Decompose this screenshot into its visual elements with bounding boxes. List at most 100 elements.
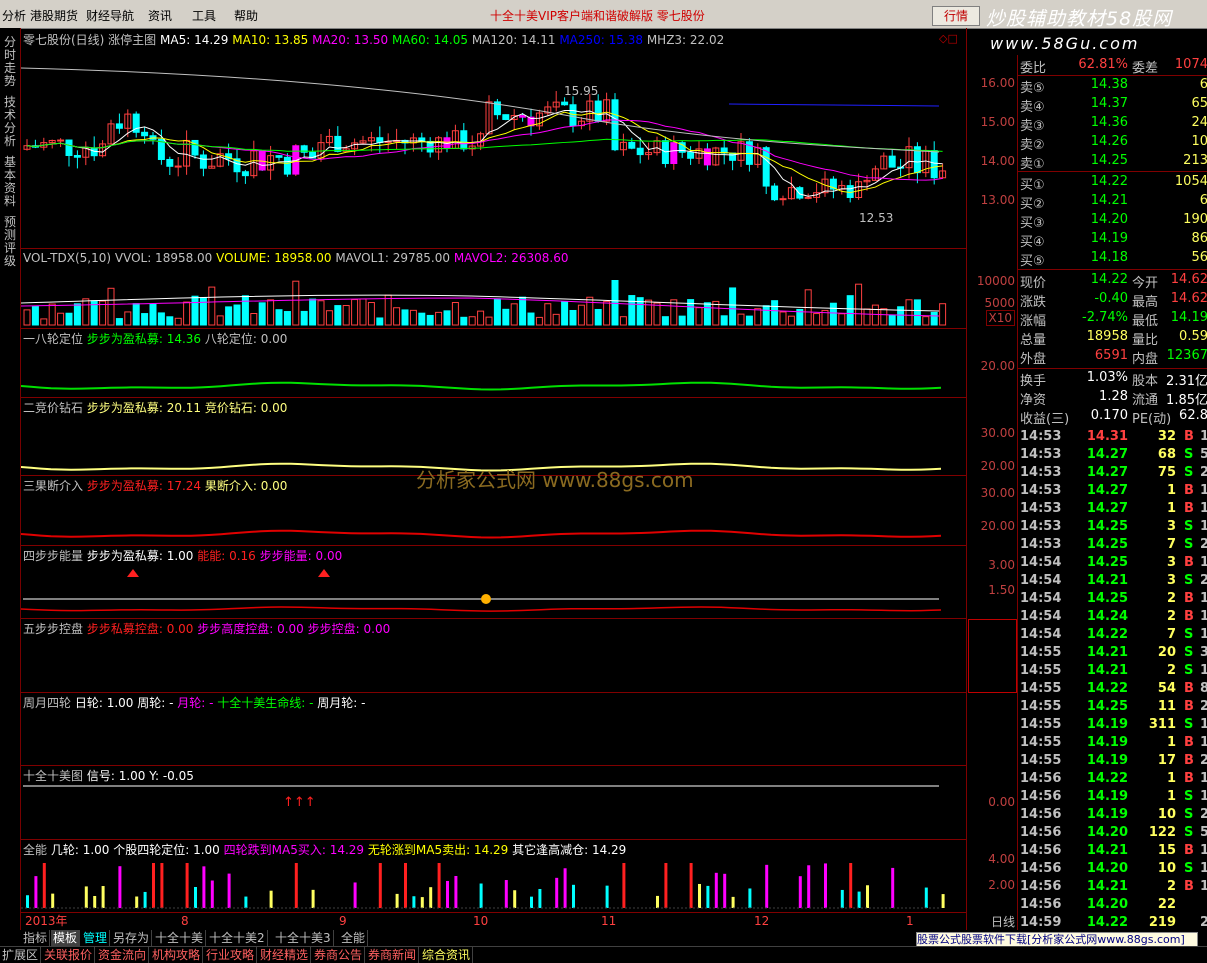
tick-row: 14:56 14.21 2 B 1 bbox=[1018, 879, 1207, 898]
vol-legend: VVOL: 18958.00 VOLUME: 18958.00 MAVOL1: … bbox=[115, 251, 569, 265]
volume-bar bbox=[485, 316, 493, 326]
volume-bar bbox=[292, 280, 300, 326]
axis-label: 3.00 bbox=[988, 558, 1015, 572]
info-tab[interactable]: 券商公告 bbox=[312, 947, 366, 963]
tick-count: 8 bbox=[1200, 681, 1207, 696]
tick-time: 14:53 bbox=[1020, 501, 1062, 516]
bid-row: 买⑤ 14.18 56 bbox=[1018, 250, 1207, 269]
vol-item: VOLUME: 18958.00 bbox=[216, 251, 336, 265]
date-tick: 9 bbox=[339, 914, 347, 928]
tick-time: 14:56 bbox=[1020, 771, 1062, 786]
p8-bar bbox=[656, 895, 659, 908]
volume-bar bbox=[855, 283, 863, 326]
menu-tools[interactable]: 工具 bbox=[192, 7, 216, 24]
p4-item: 步步能量: 0.00 bbox=[259, 549, 343, 563]
ask-row: 卖④ 14.37 65 bbox=[1018, 96, 1207, 115]
tick-count: 1 bbox=[1200, 771, 1207, 786]
info-tab[interactable]: 扩展区 bbox=[0, 947, 42, 963]
stat-value: 0.59 bbox=[1179, 329, 1207, 344]
candle-body bbox=[762, 147, 770, 187]
bid-row: 买① 14.22 1054 bbox=[1018, 174, 1207, 193]
tick-row: 14:53 14.31 32 B 1 bbox=[1018, 429, 1207, 448]
p8-bar bbox=[924, 887, 928, 908]
tab-technical[interactable]: 技术分析 bbox=[2, 96, 18, 148]
info-tab[interactable]: 资金流向 bbox=[96, 947, 150, 963]
formula-tab[interactable]: 十全十美 bbox=[153, 930, 207, 946]
tick-count: 20 bbox=[1200, 915, 1207, 930]
volume-bar bbox=[661, 316, 669, 326]
high-label: 15.95 bbox=[564, 84, 598, 98]
volume-bar bbox=[745, 315, 753, 326]
ask-row: 卖③ 14.36 24 bbox=[1018, 115, 1207, 134]
volume-bar bbox=[132, 303, 140, 326]
volume-bar bbox=[351, 299, 359, 326]
formula-tab[interactable]: 十全十美2 bbox=[207, 930, 268, 946]
menu-analysis[interactable]: 分析 bbox=[2, 7, 26, 24]
stat-value: 14.62 bbox=[1170, 291, 1207, 306]
bid-row: 买③ 14.20 190 bbox=[1018, 212, 1207, 231]
ask-volume: 6 bbox=[1199, 77, 1207, 92]
info-tab[interactable]: 券商新闻 bbox=[366, 947, 420, 963]
formula-tab[interactable]: 模板 bbox=[51, 930, 81, 946]
p5-axis-box bbox=[968, 619, 1017, 693]
tick-price: 14.22 bbox=[1086, 915, 1128, 930]
tab-intraday[interactable]: 分时走势 bbox=[2, 36, 18, 88]
tick-volume: 3 bbox=[1166, 555, 1176, 570]
stat-value: 18958 bbox=[1086, 329, 1128, 344]
formula-tab[interactable]: 十全十美3 bbox=[273, 930, 334, 946]
formula-tab[interactable]: 全能 bbox=[339, 930, 369, 946]
chart-area[interactable]: 15.95 12.53 ◇□ ↑↑↑ 2013年 8 9 10 11 12 1 零七股份(日线) 涨… bbox=[21, 28, 966, 930]
tick-volume: 7 bbox=[1166, 627, 1176, 642]
p8-bar bbox=[412, 896, 416, 908]
p8-bar bbox=[210, 880, 214, 908]
formula-tab[interactable]: 另存为 bbox=[111, 930, 153, 946]
volume-bar bbox=[241, 295, 249, 326]
p1-legend: 步步为盈私募: 14.36 八轮定位: 0.00 bbox=[83, 332, 288, 346]
tick-count: 1 bbox=[1200, 555, 1207, 570]
info-tab[interactable]: 关联报价 bbox=[42, 947, 96, 963]
bid-volume: 190 bbox=[1183, 212, 1207, 227]
p8-header: 全能 几轮: 1.00 个股四轮定位: 1.00 四轮跌到MA5买入: 14.2… bbox=[23, 841, 626, 858]
tick-volume: 7 bbox=[1166, 537, 1176, 552]
tick-time: 14:55 bbox=[1020, 681, 1062, 696]
tab-fundamentals[interactable]: 基本资料 bbox=[2, 156, 18, 208]
volume-bar bbox=[124, 311, 132, 326]
p4-header: 四步步能量 步步为盈私募: 1.00 能能: 0.16 步步能量: 0.00 bbox=[23, 547, 342, 564]
tick-volume: 1 bbox=[1166, 501, 1176, 516]
volume-bar bbox=[913, 299, 921, 326]
menu-finance-nav[interactable]: 财经导航 bbox=[86, 7, 134, 24]
volume-bar bbox=[57, 312, 65, 326]
p2-header: 二竞价钻石 步步为盈私募: 20.11 竞价钻石: 0.00 bbox=[23, 399, 287, 416]
menu-hk-futures[interactable]: 港股期货 bbox=[30, 7, 78, 24]
menu-info[interactable]: 资讯 bbox=[148, 7, 172, 24]
period-label[interactable]: 日线 bbox=[991, 913, 1015, 930]
p8-item: 其它逢高减仓: 14.29 bbox=[512, 843, 627, 857]
quote-button[interactable]: 行情 bbox=[932, 6, 980, 26]
p1-title: 一八轮定位 bbox=[23, 332, 84, 346]
volume-bar bbox=[779, 311, 787, 326]
volume-bar bbox=[451, 302, 459, 326]
bid-level: 买② bbox=[1020, 197, 1045, 212]
formula-tab[interactable]: 管理 bbox=[81, 930, 111, 946]
p3-header: 三果断介入 步步为盈私募: 17.24 果断介入: 0.00 bbox=[23, 477, 287, 494]
tick-row: 14:54 14.25 2 B 1 bbox=[1018, 591, 1207, 610]
coin-icon bbox=[481, 594, 491, 604]
volume-bar bbox=[334, 305, 342, 326]
volume-bar bbox=[577, 304, 585, 326]
info-tab[interactable]: 行业攻略 bbox=[204, 947, 258, 963]
info-tab[interactable]: 综合资讯 bbox=[420, 947, 474, 963]
tick-row: 14:56 14.19 10 S 2 bbox=[1018, 807, 1207, 826]
info-tab[interactable]: 机构攻略 bbox=[150, 947, 204, 963]
volume-bar bbox=[250, 313, 258, 326]
tick-row: 14:53 14.27 1 B 1 bbox=[1018, 483, 1207, 502]
volume-bar bbox=[653, 302, 661, 326]
menu-help[interactable]: 帮助 bbox=[234, 7, 258, 24]
formula-tab[interactable]: 指标 bbox=[21, 930, 51, 946]
weibi-row: 委比 62.81% 委差 1074 bbox=[1018, 57, 1207, 76]
tick-side: B bbox=[1184, 429, 1194, 444]
p4-item: 能能: 0.16 bbox=[197, 549, 260, 563]
p8-bar bbox=[194, 886, 197, 908]
p8-bar bbox=[446, 880, 449, 908]
info-tab[interactable]: 财经精选 bbox=[258, 947, 312, 963]
tab-rating[interactable]: 预测评级 bbox=[2, 216, 18, 268]
